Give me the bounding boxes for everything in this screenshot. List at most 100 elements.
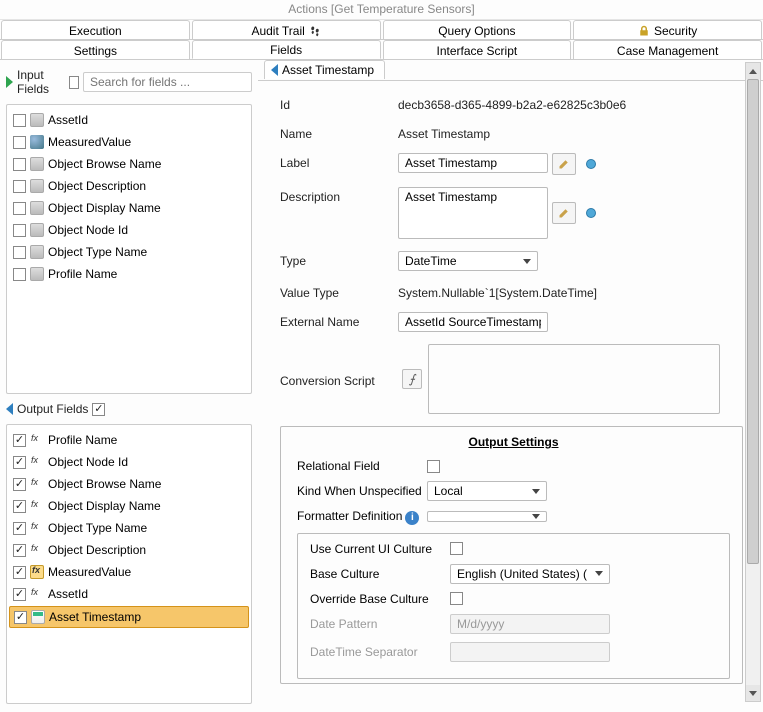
field-checkbox[interactable] [13, 522, 26, 535]
input-field-row[interactable]: AssetId [7, 109, 251, 131]
id-value: decb3658-d365-4899-b2a2-e62825c3b0e6 [398, 95, 626, 112]
scroll-down-button[interactable] [746, 685, 760, 701]
input-field-row[interactable]: Object Browse Name [7, 153, 251, 175]
label-hint[interactable] [580, 153, 602, 175]
label-input[interactable] [398, 153, 548, 173]
field-type-icon [30, 543, 44, 557]
scroll-track[interactable] [746, 79, 760, 685]
field-label: Object Browse Name [48, 477, 161, 491]
field-type-icon [30, 223, 44, 237]
field-checkbox[interactable] [13, 478, 26, 491]
desc-hint[interactable] [580, 202, 602, 224]
field-checkbox[interactable] [13, 180, 26, 193]
tab-label: Execution [69, 24, 122, 38]
field-type-icon [30, 157, 44, 171]
input-fields-checkbox[interactable] [69, 76, 79, 89]
field-label: Object Display Name [48, 499, 161, 513]
expand-icon[interactable] [6, 76, 13, 88]
triangle-down-icon [749, 691, 757, 696]
conv-label: Conversion Script [280, 371, 398, 388]
field-checkbox[interactable] [13, 544, 26, 557]
pencil-icon [558, 207, 570, 219]
field-checkbox[interactable] [13, 158, 26, 171]
input-field-row[interactable]: Profile Name [7, 263, 251, 285]
field-type-icon [31, 610, 45, 624]
tab-query-options[interactable]: Query Options [383, 20, 572, 39]
field-checkbox[interactable] [13, 202, 26, 215]
vertical-scrollbar[interactable] [745, 62, 761, 702]
field-type-icon [30, 245, 44, 259]
formatter-select[interactable] [427, 511, 547, 522]
output-field-row[interactable]: Object Node Id [7, 451, 251, 473]
type-select[interactable]: DateTime [398, 251, 538, 271]
input-fields-label: Input Fields [17, 68, 65, 96]
field-label: Object Display Name [48, 201, 161, 215]
label-label: Label [280, 153, 398, 170]
relational-checkbox[interactable] [427, 460, 440, 473]
output-field-row[interactable]: Profile Name [7, 429, 251, 451]
kind-value: Local [434, 484, 463, 498]
override-label: Override Base Culture [310, 592, 450, 606]
scroll-thumb[interactable] [747, 79, 759, 564]
output-field-row[interactable]: Object Display Name [7, 495, 251, 517]
input-field-row[interactable]: Object Node Id [7, 219, 251, 241]
field-checkbox[interactable] [13, 224, 26, 237]
desc-input[interactable]: Asset Timestamp [398, 187, 548, 239]
collapse-icon[interactable] [6, 403, 13, 415]
input-field-row[interactable]: Object Type Name [7, 241, 251, 263]
search-input[interactable] [83, 72, 252, 92]
field-label: Object Type Name [48, 521, 147, 535]
output-fields-checkbox[interactable] [92, 403, 105, 416]
tab-execution[interactable]: Execution [1, 20, 190, 39]
scroll-up-button[interactable] [746, 63, 760, 79]
datepat-label: Date Pattern [310, 617, 450, 631]
edit-label-button[interactable] [552, 153, 576, 175]
input-field-row[interactable]: MeasuredValue [7, 131, 251, 153]
field-checkbox[interactable] [13, 434, 26, 447]
tab-audit-trail[interactable]: Audit Trail [192, 20, 381, 39]
kind-select[interactable]: Local [427, 481, 547, 501]
tab-case-management[interactable]: Case Management [573, 40, 762, 59]
output-field-row[interactable]: AssetId [7, 583, 251, 605]
input-field-row[interactable]: Object Description [7, 175, 251, 197]
field-checkbox[interactable] [13, 136, 26, 149]
conv-fx-button[interactable]: ⨍ [402, 369, 422, 389]
field-checkbox[interactable] [13, 566, 26, 579]
detail-body: Id decb3658-d365-4899-b2a2-e62825c3b0e6 … [258, 80, 763, 710]
extname-label: External Name [280, 312, 398, 329]
field-checkbox[interactable] [13, 246, 26, 259]
vtype-label: Value Type [280, 283, 398, 300]
tab-security[interactable]: Security [573, 20, 762, 39]
chevron-down-icon [532, 489, 540, 494]
tab-row-2: Settings Fields Interface Script Case Ma… [0, 40, 763, 60]
info-icon[interactable]: i [405, 511, 419, 525]
field-checkbox[interactable] [13, 268, 26, 281]
output-field-row[interactable]: Asset Timestamp [9, 606, 249, 628]
field-checkbox[interactable] [13, 500, 26, 513]
field-checkbox[interactable] [13, 588, 26, 601]
field-checkbox[interactable] [13, 114, 26, 127]
override-checkbox[interactable] [450, 592, 463, 605]
extname-input[interactable] [398, 312, 548, 332]
field-checkbox[interactable] [13, 456, 26, 469]
output-field-row[interactable]: MeasuredValue [7, 561, 251, 583]
field-type-icon [30, 201, 44, 215]
conv-script-box[interactable] [428, 344, 720, 414]
field-type-icon [30, 521, 44, 535]
edit-desc-button[interactable] [552, 202, 576, 224]
base-culture-select[interactable]: English (United States) ( [450, 564, 610, 584]
input-field-row[interactable]: Object Display Name [7, 197, 251, 219]
output-field-row[interactable]: Object Description [7, 539, 251, 561]
field-type-icon [30, 267, 44, 281]
output-field-row[interactable]: Object Browse Name [7, 473, 251, 495]
detail-tab[interactable]: Asset Timestamp [264, 60, 385, 79]
output-field-row[interactable]: Object Type Name [7, 517, 251, 539]
field-checkbox[interactable] [14, 611, 27, 624]
useui-checkbox[interactable] [450, 542, 463, 555]
tab-settings[interactable]: Settings [1, 40, 190, 59]
tab-interface-script[interactable]: Interface Script [383, 40, 572, 59]
tab-label: Settings [74, 44, 117, 58]
output-settings-box: Output Settings Relational Field Kind Wh… [280, 426, 743, 684]
tab-fields[interactable]: Fields [192, 40, 381, 59]
desc-label: Description [280, 187, 398, 204]
